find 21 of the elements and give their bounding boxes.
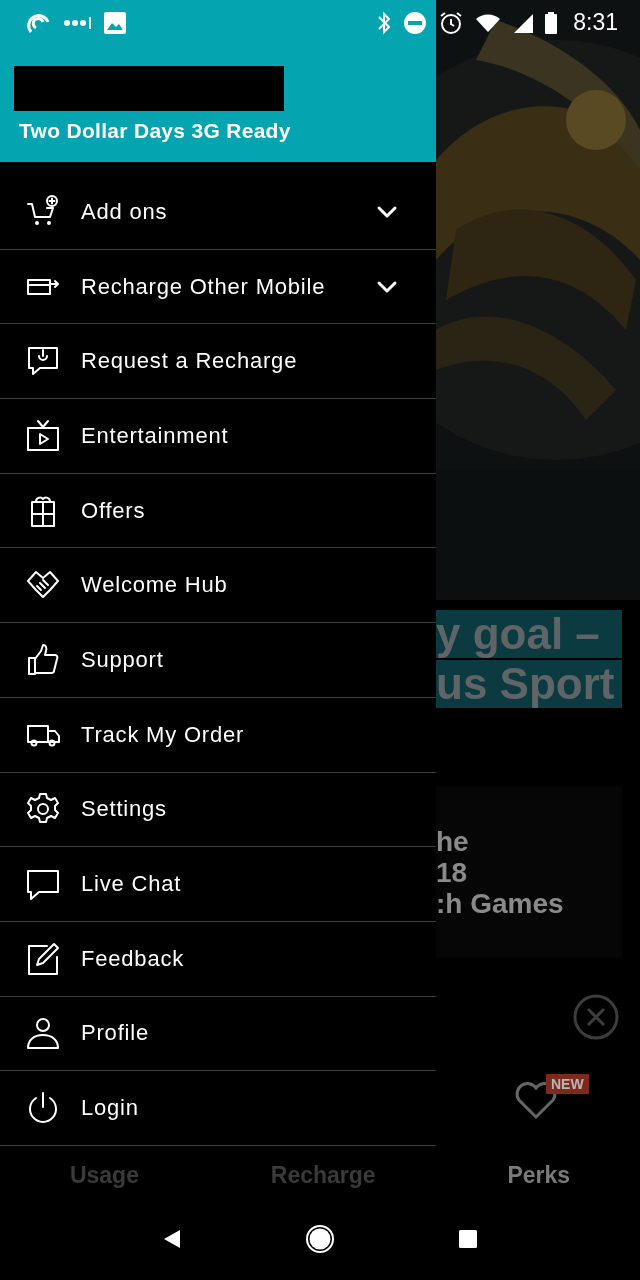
do-not-disturb-icon <box>403 10 428 35</box>
thumbs-up-icon <box>25 641 61 678</box>
signal-icon <box>513 12 534 33</box>
card-text: he <box>436 825 470 857</box>
headline-text: us Sport <box>436 660 622 708</box>
plan-name: Two Dollar Days 3G Ready <box>19 119 292 143</box>
dots-icon <box>64 16 92 29</box>
user-icon <box>25 1015 61 1052</box>
clock-time: 8:31 <box>573 9 618 36</box>
battery-icon <box>545 11 558 34</box>
tv-play-icon <box>25 417 61 454</box>
card-text: :h Games <box>436 887 565 919</box>
headline-text: y goal – <box>436 610 622 658</box>
wifi-icon <box>475 12 502 33</box>
new-badge: NEW <box>546 1074 589 1094</box>
edit-icon <box>25 940 61 977</box>
nav-tab[interactable]: Perks <box>503 1159 575 1191</box>
bluetooth-icon <box>377 10 392 35</box>
alarm-icon <box>439 10 464 35</box>
image-icon <box>104 11 126 34</box>
card-text: 18 <box>436 856 469 888</box>
